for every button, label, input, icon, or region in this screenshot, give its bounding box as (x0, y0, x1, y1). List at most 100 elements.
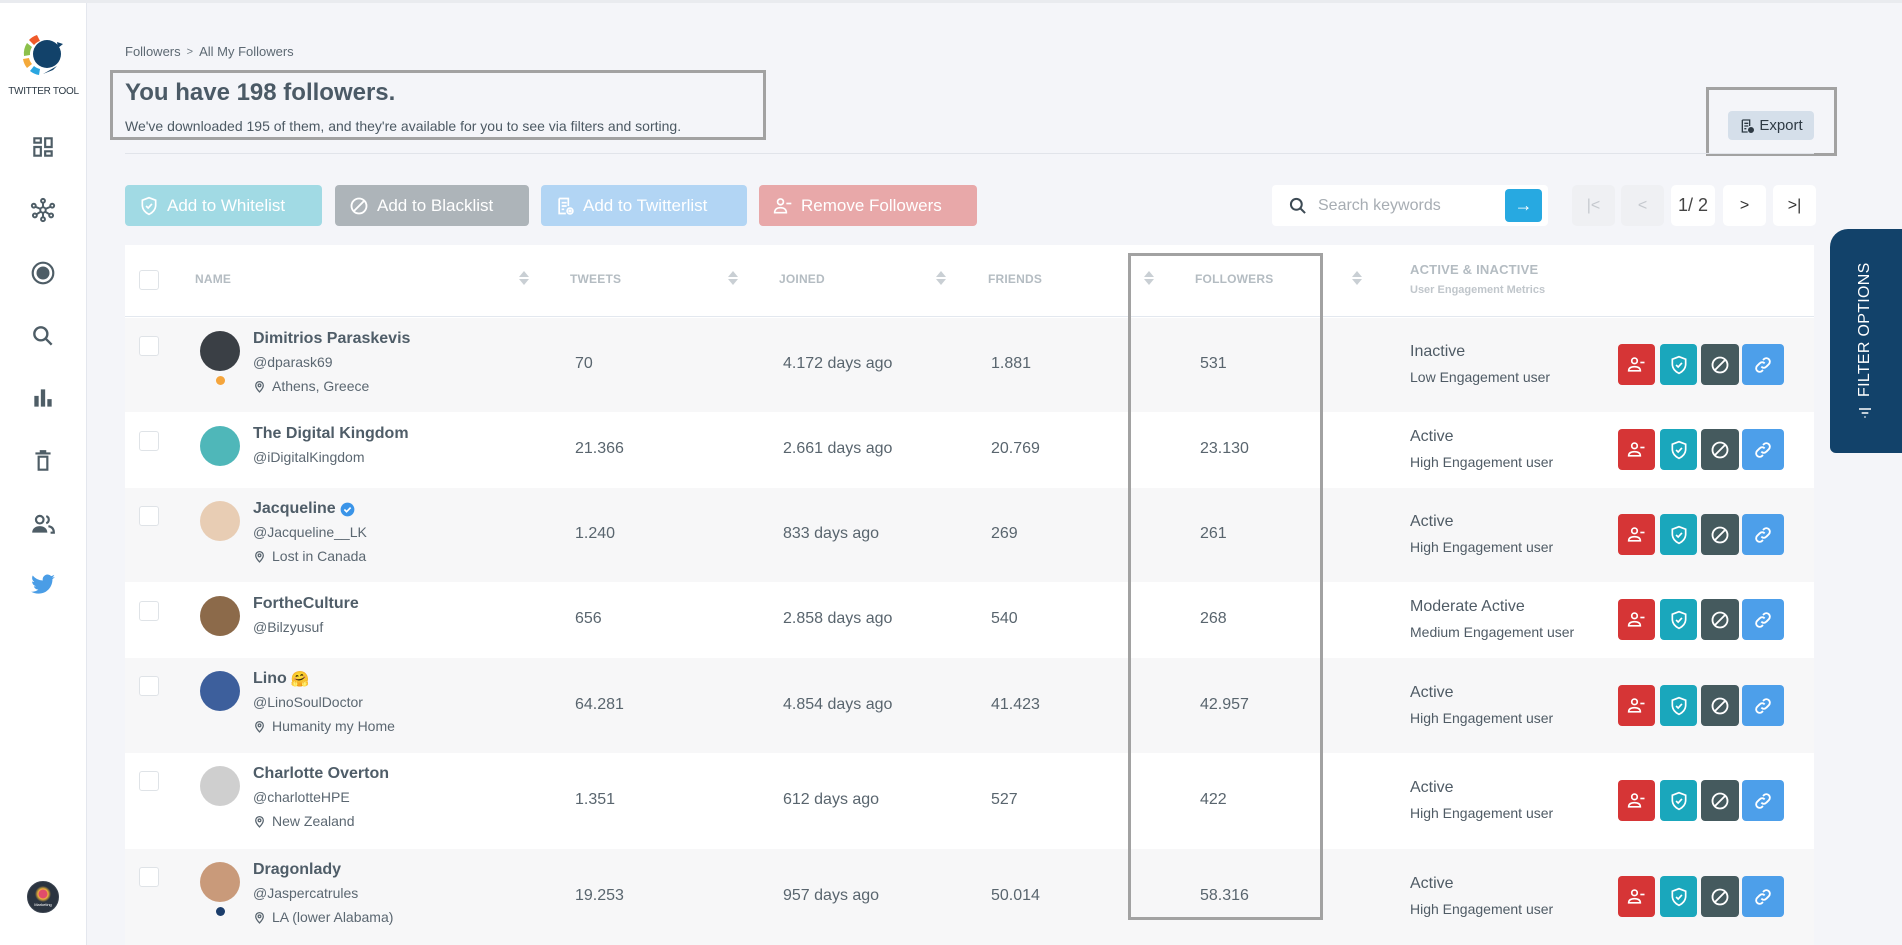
user-name[interactable]: Dragonlady (253, 861, 341, 879)
followers-count: 58.316 (1200, 887, 1249, 904)
row-checkbox[interactable] (139, 506, 159, 526)
blacklist-button[interactable] (1701, 429, 1739, 470)
table-row: Dimitrios Paraskevis @dparask69 Athens, Gr… (125, 318, 1814, 412)
remove-follower-button[interactable] (1618, 344, 1655, 385)
next-page-button[interactable]: > (1723, 185, 1766, 226)
search-input[interactable] (1318, 196, 1498, 215)
filter-options-tab[interactable]: FILTER OPTIONS (1830, 229, 1902, 453)
engagement-level: High Engagement user (1410, 805, 1554, 821)
column-tweets[interactable]: TWEETS (570, 272, 621, 286)
remove-follower-button[interactable] (1618, 429, 1655, 470)
nav-trash[interactable] (26, 444, 60, 478)
add-to-blacklist-button[interactable]: Add to Blacklist (335, 185, 529, 226)
profile-link-button[interactable] (1742, 514, 1784, 555)
profile-link-button[interactable] (1742, 685, 1784, 726)
user-minus-icon (1627, 440, 1647, 460)
app-logo[interactable] (17, 28, 69, 80)
first-page-button[interactable]: |< (1572, 185, 1615, 226)
blacklist-button[interactable] (1701, 514, 1739, 555)
page-subtitle: We've downloaded 195 of them, and they'r… (125, 118, 682, 134)
sort-tweets-icon[interactable] (728, 269, 738, 289)
breadcrumb-followers[interactable]: Followers (125, 44, 181, 59)
sort-followers-icon[interactable] (1352, 269, 1362, 289)
column-joined[interactable]: JOINED (779, 272, 825, 286)
blacklist-button[interactable] (1701, 876, 1739, 917)
activity-status: Inactive (1410, 343, 1466, 360)
row-checkbox[interactable] (139, 771, 159, 791)
ban-icon (1710, 696, 1730, 716)
avatar[interactable] (200, 862, 240, 902)
user-name[interactable]: FortheCulture (253, 595, 359, 613)
friends-count: 50.014 (991, 887, 1040, 904)
search-submit-button[interactable]: → (1505, 189, 1542, 222)
sort-name-icon[interactable] (519, 269, 529, 289)
whitelist-button[interactable] (1660, 876, 1697, 917)
blacklist-button[interactable] (1701, 780, 1739, 821)
remove-follower-button[interactable] (1618, 599, 1655, 640)
avatar[interactable] (200, 766, 240, 806)
tweets-count: 21.366 (575, 440, 624, 457)
followers-table: NAME TWEETS JOINED FRIENDS FOLLOWERS ACT… (125, 245, 1814, 945)
column-name[interactable]: NAME (195, 272, 231, 286)
blacklist-button[interactable] (1701, 685, 1739, 726)
nav-search[interactable] (26, 319, 60, 353)
whitelist-button[interactable] (1660, 429, 1697, 470)
row-checkbox[interactable] (139, 676, 159, 696)
user-name[interactable]: Charlotte Overton (253, 765, 389, 783)
remove-follower-button[interactable] (1618, 514, 1655, 555)
profile-link-button[interactable] (1742, 429, 1784, 470)
nav-dashboard[interactable] (26, 130, 60, 164)
avatar[interactable] (200, 331, 240, 371)
row-checkbox[interactable] (139, 867, 159, 887)
export-button[interactable]: Export (1728, 111, 1814, 140)
whitelist-button[interactable] (1660, 780, 1697, 821)
profile-link-button[interactable] (1742, 344, 1784, 385)
nav-twitter[interactable] (26, 568, 60, 602)
whitelist-button[interactable] (1660, 344, 1697, 385)
avatar[interactable] (200, 426, 240, 466)
profile-link-button[interactable] (1742, 780, 1784, 821)
user-name[interactable]: Dimitrios Paraskevis (253, 330, 410, 348)
column-followers[interactable]: FOLLOWERS (1195, 272, 1273, 286)
whitelist-button[interactable] (1660, 685, 1697, 726)
add-to-whitelist-button[interactable]: Add to Whitelist (125, 185, 322, 226)
row-checkbox[interactable] (139, 431, 159, 451)
nav-analytics[interactable] (26, 381, 60, 415)
nav-target[interactable] (26, 256, 60, 290)
nav-network[interactable] (26, 193, 60, 227)
user-handle: @LinoSoulDoctor (253, 694, 363, 710)
previous-page-button[interactable]: < (1621, 185, 1664, 226)
sort-friends-icon[interactable] (1144, 269, 1154, 289)
profile-link-button[interactable] (1742, 599, 1784, 640)
sort-joined-icon[interactable] (936, 269, 946, 289)
avatar[interactable] (200, 501, 240, 541)
user-avatar[interactable]: Marketing (27, 881, 59, 913)
row-checkbox[interactable] (139, 336, 159, 356)
avatar[interactable] (200, 596, 240, 636)
remove-follower-button[interactable] (1618, 780, 1655, 821)
tweets-count: 64.281 (575, 696, 624, 713)
user-location-text: Lost in Canada (272, 548, 367, 564)
users-icon (32, 514, 55, 534)
user-name[interactable]: Lino 🤗 (253, 670, 309, 688)
user-name[interactable]: Jacqueline (253, 500, 355, 518)
remove-followers-button[interactable]: Remove Followers (759, 185, 977, 226)
add-to-twitterlist-button[interactable]: Add to Twitterlist (541, 185, 747, 226)
row-checkbox[interactable] (139, 601, 159, 621)
avatar[interactable] (200, 671, 240, 711)
whitelist-button[interactable] (1660, 599, 1697, 640)
column-friends[interactable]: FRIENDS (988, 272, 1042, 286)
joined-ago: 2.661 days ago (783, 440, 893, 457)
blacklist-button[interactable] (1701, 344, 1739, 385)
nav-followers[interactable] (26, 507, 60, 541)
user-name[interactable]: The Digital Kingdom (253, 425, 409, 443)
blacklist-button[interactable] (1701, 599, 1739, 640)
last-page-button[interactable]: >| (1773, 185, 1816, 226)
remove-follower-button[interactable] (1618, 685, 1655, 726)
whitelist-button[interactable] (1660, 514, 1697, 555)
search-box: → (1272, 185, 1548, 226)
select-all-checkbox[interactable] (139, 270, 159, 290)
breadcrumb-separator: > (186, 45, 194, 58)
remove-follower-button[interactable] (1618, 876, 1655, 917)
profile-link-button[interactable] (1742, 876, 1784, 917)
